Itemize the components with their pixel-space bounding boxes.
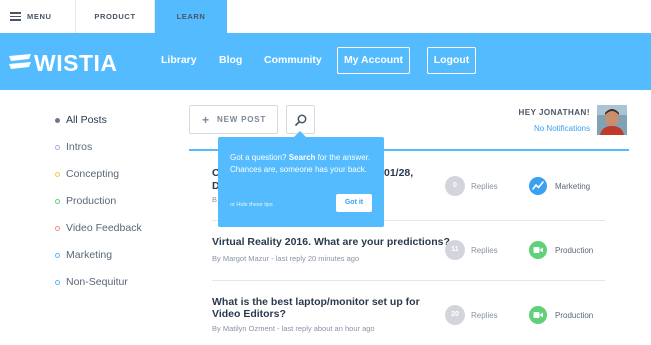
replies-label: Replies <box>471 246 498 255</box>
post-byline: B <box>212 195 218 204</box>
user-greeting: HEY JONATHAN! <box>518 108 590 117</box>
sidebar-item-label: Marketing <box>66 249 113 261</box>
category-dot-icon <box>55 280 60 285</box>
post-category[interactable]: Production <box>555 311 593 320</box>
got-it-button[interactable]: Got it <box>336 194 372 212</box>
marketing-category-icon <box>529 177 547 195</box>
category-dot-icon <box>55 172 60 177</box>
list-item[interactable]: What is the best laptop/monitor set up f… <box>189 281 605 345</box>
tooltip-arrow <box>294 131 306 137</box>
search-icon <box>295 114 307 126</box>
post-title-line2: Video Editors? <box>212 308 286 320</box>
post-title: Virtual Reality 2016. What are your pred… <box>212 236 450 248</box>
sidebar-item-label: Production <box>66 195 117 207</box>
post-title-tail: 01/28, <box>384 167 414 179</box>
avatar[interactable] <box>597 105 627 135</box>
site-header: WISTIA Library Blog Community My Account… <box>0 33 651 90</box>
post-byline: By Matilyn Ozment - last reply about an … <box>212 324 375 333</box>
reply-count-badge: 20 <box>445 305 465 325</box>
category-dot-icon <box>55 253 60 258</box>
production-category-icon <box>529 306 547 324</box>
hamburger-icon <box>10 12 21 21</box>
replies-label: Replies <box>471 311 498 320</box>
sidebar-item-label: All Posts <box>66 114 107 126</box>
sidebar-item-label: Concepting <box>66 168 120 180</box>
nav-library[interactable]: Library <box>161 54 197 66</box>
logout-button[interactable]: Logout <box>427 47 476 74</box>
menu-label: MENU <box>27 12 52 21</box>
notifications-link[interactable]: No Notifications <box>534 124 590 133</box>
post-category[interactable]: Marketing <box>555 182 590 191</box>
plus-icon: + <box>202 113 210 127</box>
category-dot-icon <box>55 199 60 204</box>
search-button[interactable] <box>286 105 315 134</box>
my-account-button[interactable]: My Account <box>337 47 410 74</box>
menu-button[interactable]: MENU <box>0 0 76 33</box>
production-category-icon <box>529 241 547 259</box>
wistia-mark-icon <box>9 54 31 69</box>
post-byline: By Margot Mazur - last reply 20 minutes … <box>212 254 360 263</box>
search-tip-popover: Got a question? Search for the answer. C… <box>218 131 384 227</box>
new-post-label: NEW POST <box>217 115 267 124</box>
category-dot-icon <box>55 145 60 150</box>
category-dot-icon <box>55 118 60 123</box>
tab-learn[interactable]: LEARN <box>155 0 227 33</box>
list-item[interactable]: Virtual Reality 2016. What are your pred… <box>189 221 605 281</box>
top-strip: MENU PRODUCT LEARN <box>0 0 651 33</box>
nav-community[interactable]: Community <box>264 54 322 66</box>
post-category[interactable]: Production <box>555 246 593 255</box>
new-post-button[interactable]: + NEW POST <box>189 105 278 134</box>
category-dot-icon <box>55 226 60 231</box>
logo-wordmark: WISTIA <box>34 50 118 76</box>
hide-tips-link[interactable]: or Hide these tips <box>230 202 273 208</box>
user-avatar-image <box>597 105 627 135</box>
sidebar-item-label: Intros <box>66 141 93 153</box>
nav-blog[interactable]: Blog <box>219 54 242 66</box>
reply-count-badge: 0 <box>445 176 465 196</box>
reply-count-badge: 11 <box>445 240 465 260</box>
tab-product[interactable]: PRODUCT <box>76 0 155 33</box>
sidebar-item-label: Video Feedback <box>66 222 142 234</box>
replies-label: Replies <box>471 182 498 191</box>
tip-message: Got a question? Search for the answer. C… <box>230 153 371 174</box>
sidebar-item-label: Non-Sequitur <box>66 276 128 288</box>
